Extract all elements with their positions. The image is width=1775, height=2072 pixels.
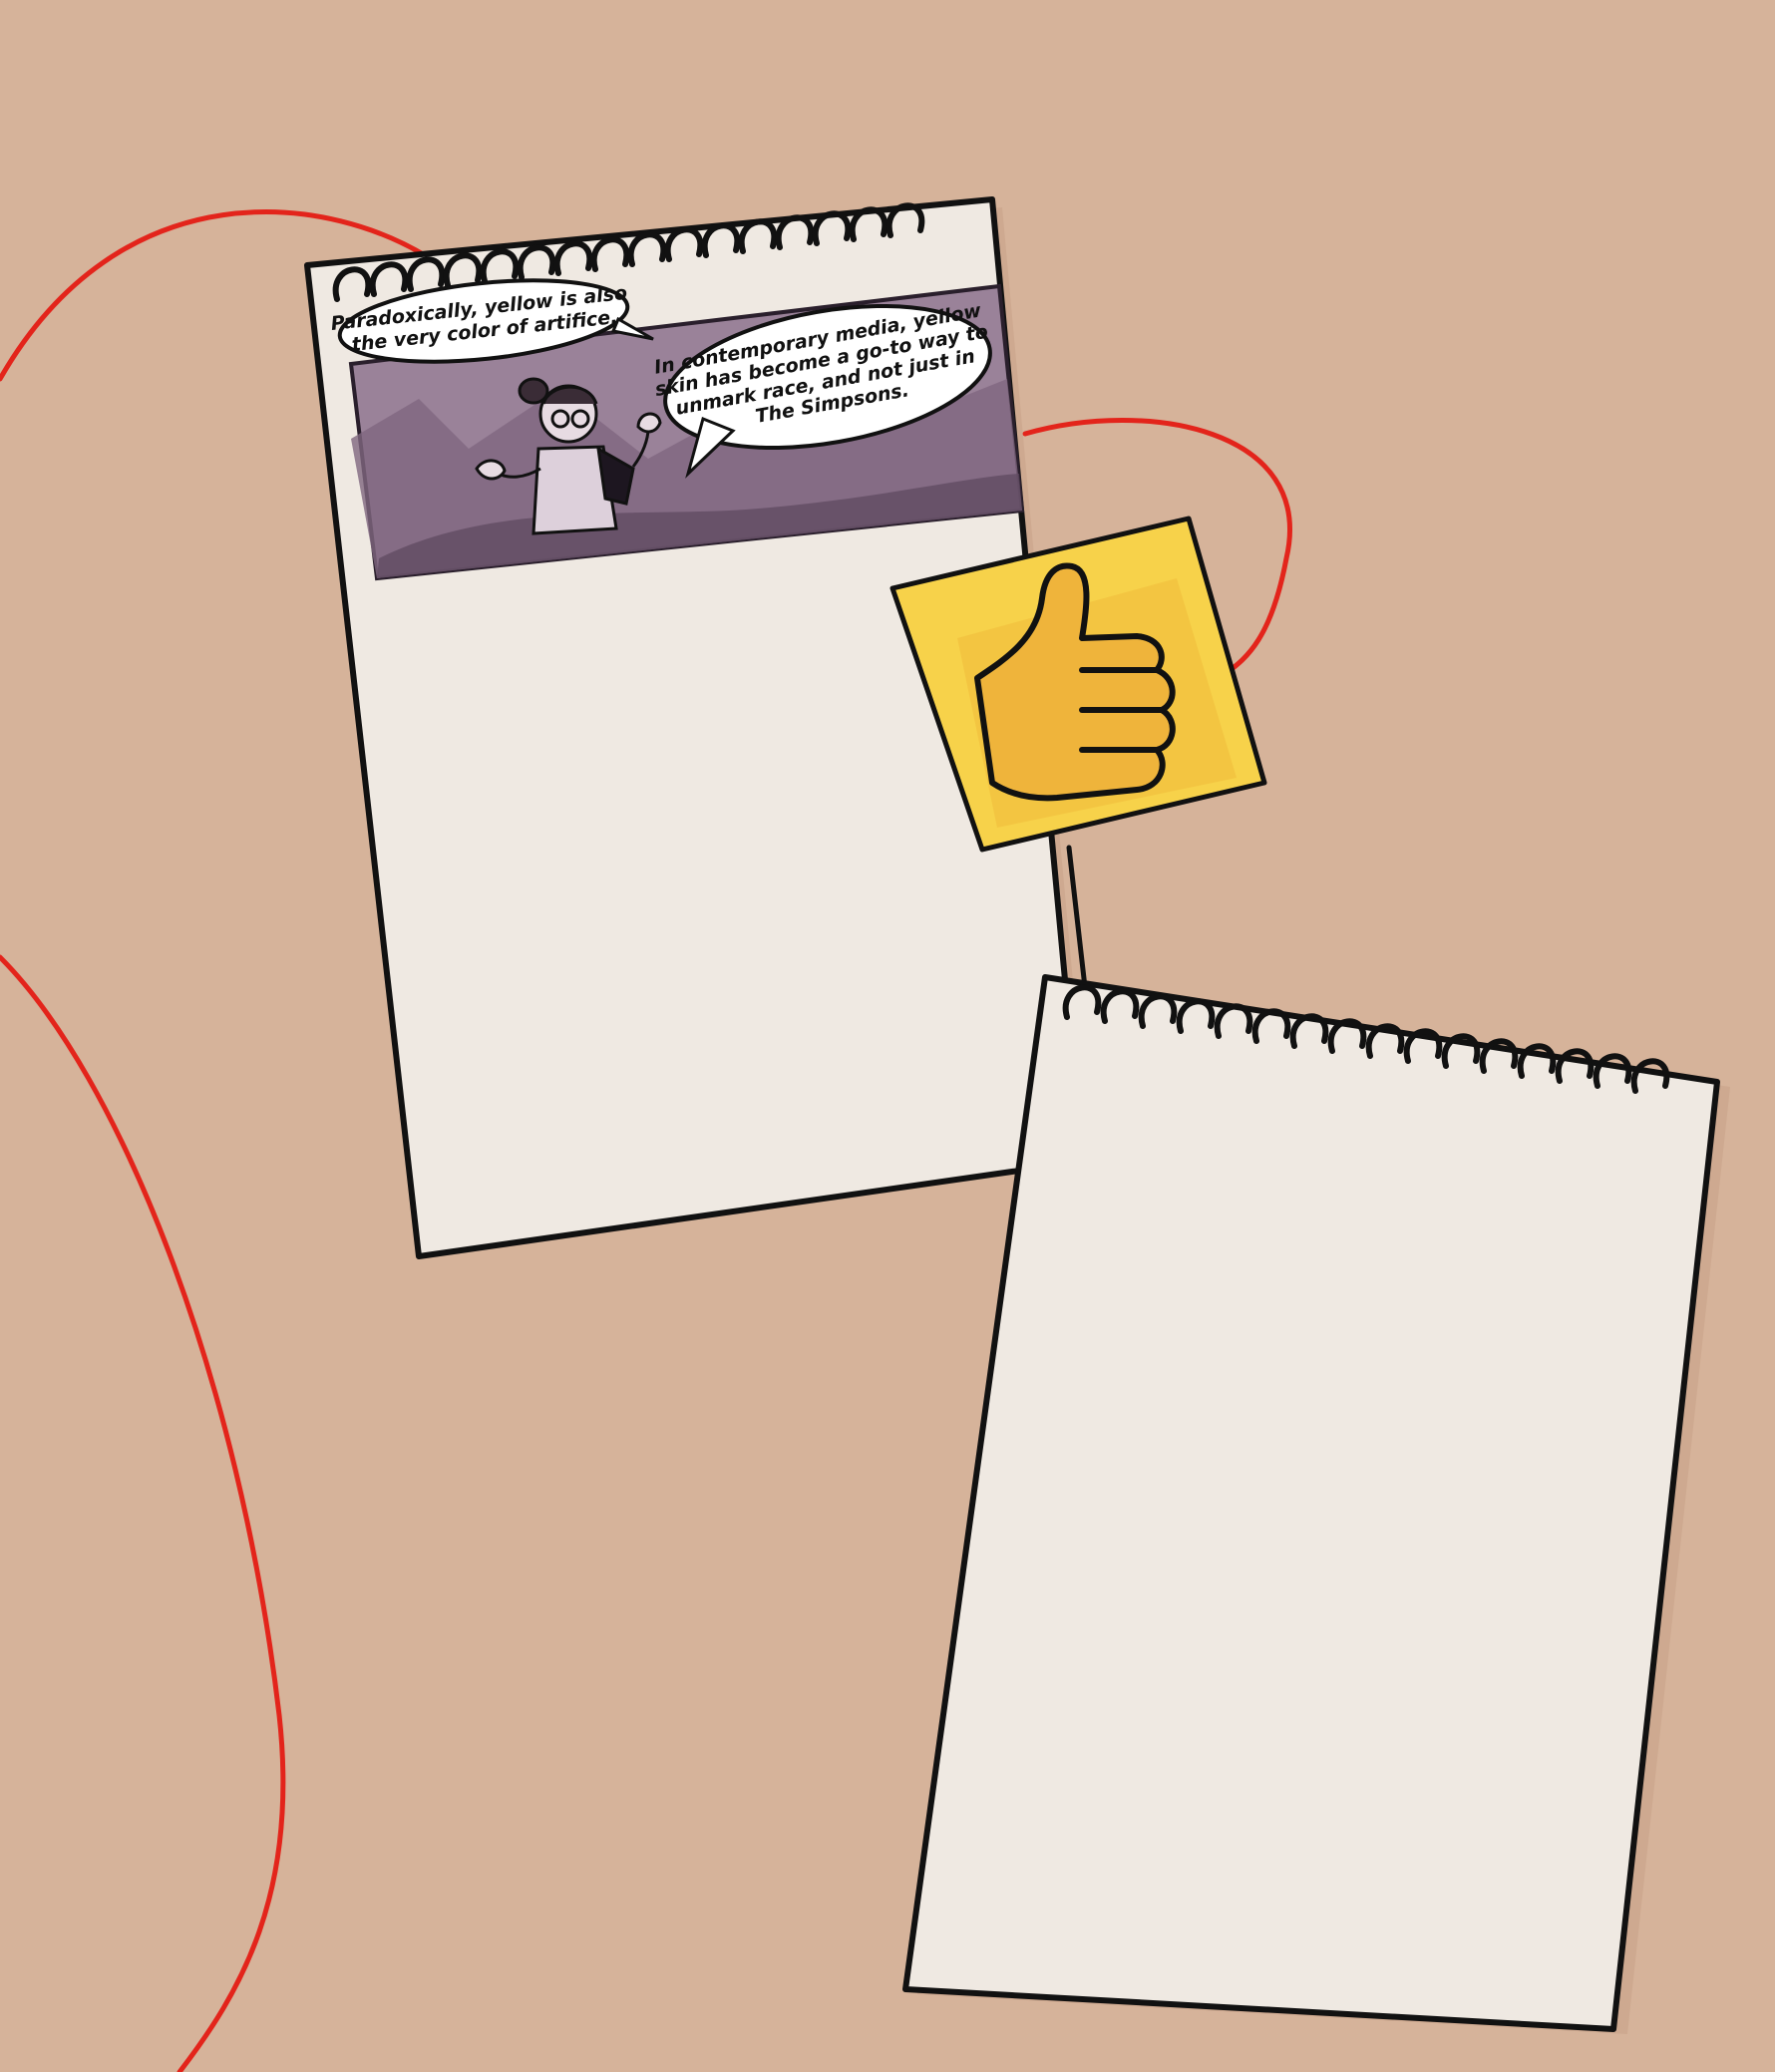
notebook-page-bottom bbox=[902, 974, 1730, 2034]
character-hand-right bbox=[636, 412, 662, 434]
page-sheet bbox=[902, 974, 1720, 2032]
character-hand-left bbox=[475, 459, 507, 481]
notebook-board-scene: Paradoxically, yellow is also the very c… bbox=[0, 196, 1730, 2072]
